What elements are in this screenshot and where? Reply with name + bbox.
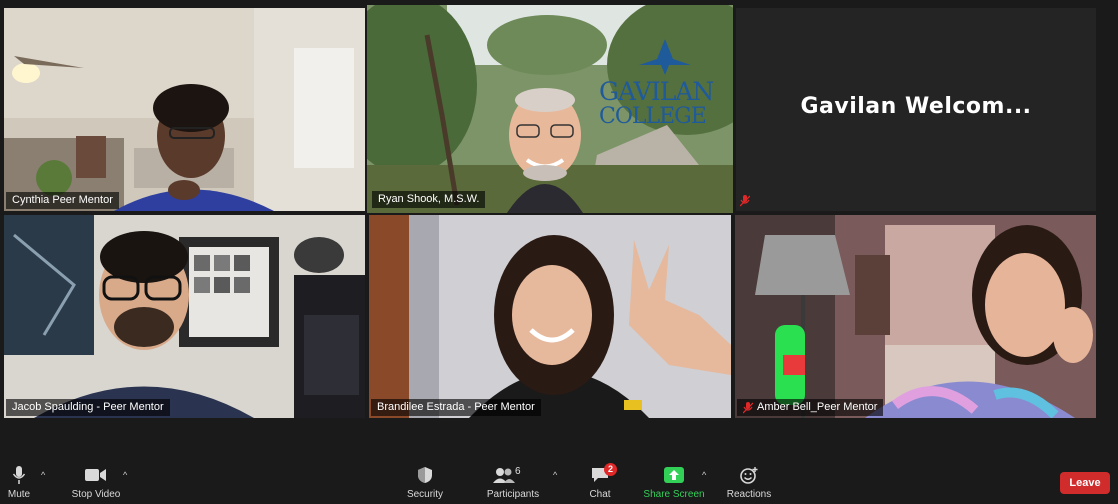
- video-tile-ryan[interactable]: GAVILAN COLLEGE Ryan Shook, M.S.W.: [367, 5, 733, 213]
- participants-options-caret[interactable]: ^: [553, 470, 557, 480]
- microphone-icon: [12, 466, 26, 484]
- share-options-caret[interactable]: ^: [702, 470, 706, 480]
- participant-nameplate: Amber Bell_Peer Mentor: [737, 399, 884, 416]
- participant-name: Ryan Shook, M.S.W.: [378, 193, 480, 205]
- participants-button[interactable]: 6 Participants: [482, 464, 544, 504]
- participant-nameplate: Cynthia Peer Mentor: [6, 192, 119, 209]
- reactions-button[interactable]: Reactions: [724, 464, 774, 504]
- video-camera-icon: [85, 469, 106, 481]
- chat-unread-badge: 2: [604, 463, 617, 476]
- video-grid: Cynthia Peer Mentor GAVILAN COLLEGE Ryan…: [0, 0, 1118, 430]
- muted-mic-icon: [743, 401, 753, 413]
- participant-nameplate: [738, 193, 752, 209]
- participant-name: Jacob Spaulding - Peer Mentor: [12, 401, 164, 413]
- video-tile-cynthia[interactable]: Cynthia Peer Mentor: [4, 8, 365, 211]
- chat-button[interactable]: 2 Chat: [585, 463, 617, 504]
- participant-name: Amber Bell_Peer Mentor: [757, 401, 878, 413]
- video-tile-jacob[interactable]: Jacob Spaulding - Peer Mentor: [4, 215, 365, 418]
- participant-nameplate: Ryan Shook, M.S.W.: [372, 191, 486, 208]
- stop-video-button[interactable]: Stop Video: [66, 464, 126, 504]
- participant-name: Cynthia Peer Mentor: [12, 194, 113, 206]
- shield-icon: [418, 467, 432, 483]
- mute-options-caret[interactable]: ^: [41, 470, 45, 480]
- video-tile-brandilee[interactable]: Brandilee Estrada - Peer Mentor: [369, 215, 731, 418]
- video-feed: [369, 215, 731, 418]
- security-label: Security: [406, 489, 444, 500]
- bird-logo-icon: [639, 39, 691, 75]
- chat-label: Chat: [589, 489, 611, 500]
- video-feed: [735, 215, 1096, 418]
- video-tile-amber[interactable]: Amber Bell_Peer Mentor: [735, 215, 1096, 418]
- video-options-caret[interactable]: ^: [123, 470, 127, 480]
- security-button[interactable]: Security: [400, 464, 450, 504]
- participant-nameplate: Brandilee Estrada - Peer Mentor: [371, 399, 541, 416]
- participant-name: Brandilee Estrada - Peer Mentor: [377, 401, 535, 413]
- leave-button[interactable]: Leave: [1060, 472, 1110, 494]
- mute-button[interactable]: Mute: [4, 464, 34, 504]
- reactions-label: Reactions: [726, 489, 772, 500]
- share-screen-label: Share Screen: [643, 489, 705, 500]
- college-logo: GAVILAN COLLEGE: [599, 35, 733, 135]
- share-screen-icon: [664, 467, 684, 483]
- welcome-text: Gavilan Welcom...: [800, 94, 1032, 119]
- participants-label: Participants: [486, 489, 540, 500]
- share-screen-button[interactable]: Share Screen: [642, 464, 706, 504]
- participants-icon: [493, 468, 515, 483]
- mute-label: Mute: [7, 489, 31, 500]
- muted-mic-icon: [740, 195, 750, 207]
- participant-nameplate: Jacob Spaulding - Peer Mentor: [6, 399, 170, 416]
- logo-line2: COLLEGE: [599, 104, 707, 129]
- participants-count: 6: [515, 466, 521, 477]
- meeting-toolbar: Mute ^ Stop Video ^ Security 6 Participa…: [0, 458, 1118, 504]
- video-feed: [4, 215, 365, 418]
- logo-line1: GAVILAN: [599, 77, 714, 106]
- video-feed: [4, 8, 365, 211]
- video-tile-welcome[interactable]: Gavilan Welcom...: [736, 8, 1096, 211]
- stop-video-label: Stop Video: [71, 489, 121, 500]
- smiley-icon: [740, 467, 758, 484]
